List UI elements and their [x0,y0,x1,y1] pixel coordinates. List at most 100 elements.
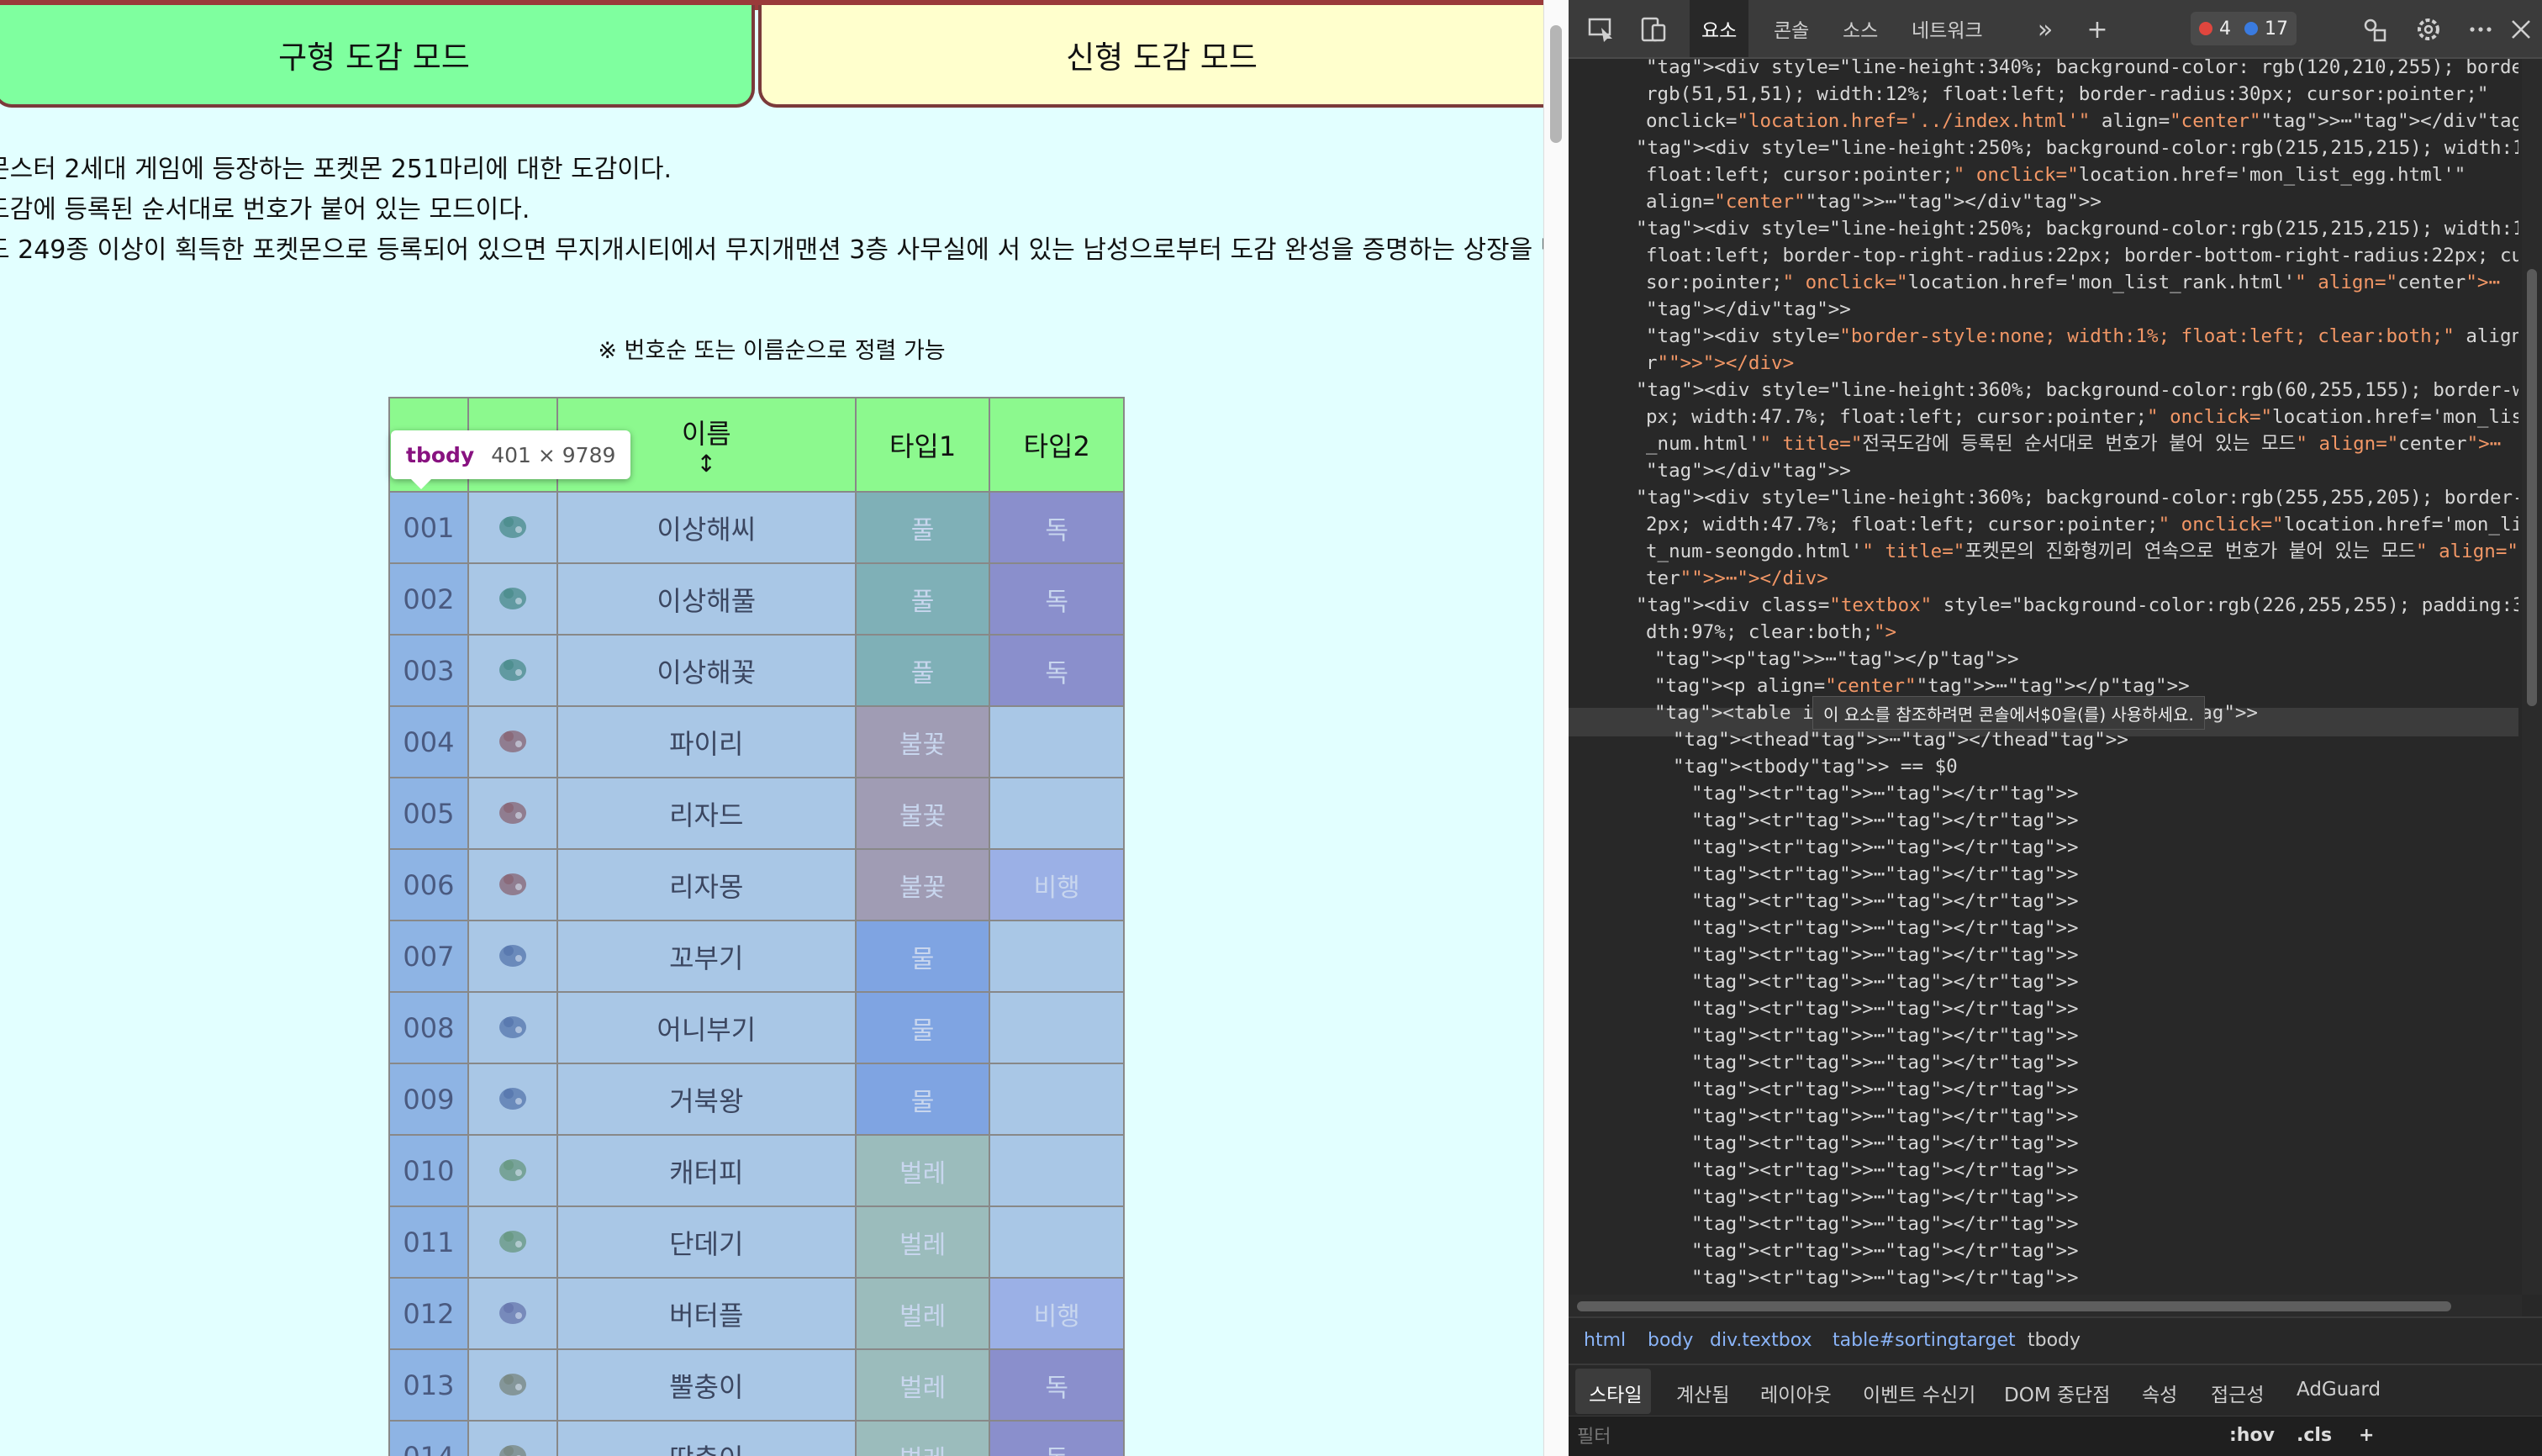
dom-code-line[interactable]: "tag"><div style="line-height:250%; back… [1636,135,2518,161]
dom-code-line[interactable]: "tag"><div style="line-height:250%; back… [1636,215,2518,242]
dom-code-line[interactable]: "tag"><tr"tag">>⋯"tag"></tr"tag">> [1691,888,2079,915]
dom-code-line[interactable]: float:left; cursor:pointer;" onclick="lo… [1646,161,2466,188]
dom-code-line[interactable]: px; width:47.7%; float:left; cursor:poin… [1646,404,2518,430]
add-tab-icon[interactable]: + [2080,12,2115,47]
breadcrumb-table[interactable]: table#sortingtarget [1833,1330,2016,1351]
dom-code-line[interactable]: "tag"></div"tag">> [1646,296,1851,323]
pokemon-number: 006 [388,848,469,921]
pokemon-type1: 벌레 [854,1134,991,1207]
tab-adguard[interactable]: AdGuard [2297,1379,2381,1401]
pokemon-sprite-icon [467,491,558,564]
devtools-toolbar: 요소 콘솔 소스 네트워크 » + 4 17 [1569,0,2542,59]
device-emulation-icon[interactable] [1636,12,1671,47]
dom-code-line[interactable]: r"">>"></div> [1646,350,1794,377]
inspect-element-icon[interactable] [1584,12,1619,47]
new-dex-mode-button[interactable]: 신형 도감 모드 [758,5,1543,108]
dom-code-line[interactable]: "tag"><tr"tag">>⋯"tag"></tr"tag">> [1691,942,2079,968]
dom-code-line[interactable]: ter"">>⋯"></div> [1646,565,1828,592]
breadcrumb-tbody[interactable]: tbody [2028,1330,2081,1351]
table-row: 005 리자드 불꽃 [388,777,1125,850]
dom-vertical-thumb[interactable] [2527,269,2537,706]
dom-code-line[interactable]: "tag"><tr"tag">>⋯"tag"></tr"tag">> [1691,995,2079,1022]
dom-code-line[interactable]: align="center""tag">>⋯"tag"></div"tag">> [1646,188,2102,215]
dom-horizontal-thumb[interactable] [1577,1301,2451,1311]
old-dex-mode-button[interactable]: 구형 도감 모드 [0,5,755,108]
dom-code-line[interactable]: "tag"><tr"tag">>⋯"tag"></tr"tag">> [1691,1211,2079,1237]
hov-button[interactable]: :hov [2229,1425,2275,1446]
dom-code-line[interactable]: "tag"><tbody"tag">> == $0 [1673,753,1958,780]
dom-code-line[interactable]: dth:97%; clear:both;"> [1646,619,1896,646]
dom-code-line[interactable]: "tag"><tr"tag">>⋯"tag"></tr"tag">> [1691,780,2079,807]
dom-code-line[interactable]: "tag"><p"tag">>⋯"tag"></p"tag">> [1654,646,2019,673]
dom-code-line[interactable]: "tag"></div"tag">> [1646,457,1851,484]
dom-code-line[interactable]: "tag"><thead"tag">>⋯"tag"></thead"tag">> [1673,726,2128,753]
dom-code-line[interactable]: float:left; border-top-right-radius:22px… [1646,242,2518,269]
dom-code-line[interactable]: "tag"><tr"tag">>⋯"tag"></tr"tag">> [1691,915,2079,942]
tab-dom-breakpoints[interactable]: DOM 중단점 [2004,1379,2110,1407]
dom-code-line[interactable]: "tag"><tr"tag">>⋯"tag"></tr"tag">> [1691,861,2079,888]
dom-code-line[interactable]: "tag"><div style="line-height:340%; back… [1646,59,2518,81]
tab-styles[interactable]: 스타일 [1589,1379,1642,1407]
dom-tree[interactable]: "tag"><div style="line-height:340%; back… [1569,59,2518,1295]
dom-code-line[interactable]: "tag"><div class="textbox" style="backgr… [1636,592,2518,619]
dom-code-line[interactable]: sor:pointer;" onclick="location.href='mo… [1646,269,2500,296]
pokemon-sprite-icon [467,1420,558,1456]
cls-button[interactable]: .cls [2297,1425,2332,1446]
pokemon-number: 001 [388,491,469,564]
dom-code-line[interactable]: "tag"><tr"tag">>⋯"tag"></tr"tag">> [1691,1237,2079,1264]
page-scrollbar[interactable] [1543,0,1569,1456]
dom-code-line[interactable]: "tag"><div style="line-height:360%; back… [1636,377,2518,404]
pokemon-type2: 비행 [989,1277,1125,1350]
pokemon-sprite-icon [467,634,558,707]
tab-sources[interactable]: 소스 [1831,0,1890,57]
breadcrumb-div-textbox[interactable]: div.textbox [1710,1330,1812,1351]
dom-code-line[interactable]: "tag"><tr"tag">>⋯"tag"></tr"tag">> [1691,1130,2079,1157]
pokemon-sprite-icon [467,1063,558,1136]
dom-horizontal-scrollbar[interactable] [1569,1295,2522,1316]
dom-code-line[interactable]: "tag"><tr"tag">>⋯"tag"></tr"tag">> [1691,1264,2079,1291]
close-icon[interactable] [2503,12,2539,47]
pokemon-type1: 벌레 [854,1348,991,1422]
tab-network[interactable]: 네트워크 [1900,0,1995,57]
more-tabs-icon[interactable]: » [2028,12,2063,47]
table-row: 007 꼬부기 물 [388,920,1125,993]
header-type2: 타입2 [989,397,1125,493]
dom-code-line[interactable]: _num.html'" title="전국도감에 등록된 순서대로 번호가 붙어… [1646,430,2501,457]
dom-code-line[interactable]: onclick="location.href='../index.html'" … [1646,108,2518,135]
page-scroll-thumb[interactable] [1550,25,1562,143]
connect-icon[interactable] [2357,12,2392,47]
dom-code-line[interactable]: "tag"><tr"tag">>⋯"tag"></tr"tag">> [1691,834,2079,861]
dom-code-line[interactable]: "tag"><tr"tag">>⋯"tag"></tr"tag">> [1691,1157,2079,1184]
dom-code-line[interactable]: "tag"><tr"tag">>⋯"tag"></tr"tag">> [1691,1022,2079,1049]
breadcrumb-body[interactable]: body [1648,1330,1693,1351]
dom-code-line[interactable]: "tag"><tr"tag">>⋯"tag"></tr"tag">> [1691,968,2079,995]
gear-icon[interactable] [2411,12,2446,47]
dom-code-line[interactable]: "tag"><div style="border-style:none; wid… [1646,323,2518,350]
dom-code-line[interactable]: rgb(51,51,51); width:12%; float:left; bo… [1646,81,2488,108]
dom-code-line[interactable]: "tag"><tr"tag">>⋯"tag"></tr"tag">> [1691,1076,2079,1103]
pokemon-number: 007 [388,920,469,993]
breadcrumb-html[interactable]: html [1584,1330,1626,1351]
dom-code-line[interactable]: 2px; width:47.7%; float:left; cursor:poi… [1646,511,2518,538]
tab-event-listeners[interactable]: 이벤트 수신기 [1863,1379,1975,1407]
pokemon-number: 002 [388,562,469,636]
tab-elements[interactable]: 요소 [1690,0,1749,57]
pokemon-sprite-icon [467,777,558,850]
dom-code-line[interactable]: "tag"><div style="line-height:360%; back… [1636,484,2518,511]
dom-code-line[interactable]: "tag"><tr"tag">>⋯"tag"></tr"tag">> [1691,1103,2079,1130]
tab-accessibility[interactable]: 접근성 [2211,1379,2264,1407]
tab-console[interactable]: 콘솔 [1762,0,1821,57]
dom-code-line[interactable]: "tag"><tr"tag">>⋯"tag"></tr"tag">> [1691,807,2079,834]
dom-code-line[interactable]: "tag"><tr"tag">>⋯"tag"></tr"tag">> [1691,1184,2079,1211]
more-options-icon[interactable] [2463,12,2498,47]
tab-computed[interactable]: 계산됨 [1676,1379,1729,1407]
filter-input[interactable] [1577,1422,2149,1452]
dom-code-line[interactable]: "tag"><tr"tag">>⋯"tag"></tr"tag">> [1691,1049,2079,1076]
add-rule-button[interactable]: + [2359,1425,2374,1446]
tab-layout[interactable]: 레이아웃 [1760,1379,1832,1407]
dom-code-line[interactable]: t_num-seongdo.html'" title="포켓몬의 진화형끼리 연… [1646,538,2518,565]
issues-badge[interactable]: 4 17 [2191,12,2297,45]
pokemon-type1: 물 [854,920,991,993]
dom-vertical-scrollbar[interactable] [2522,59,2542,1295]
tab-properties[interactable]: 속성 [2142,1379,2177,1407]
